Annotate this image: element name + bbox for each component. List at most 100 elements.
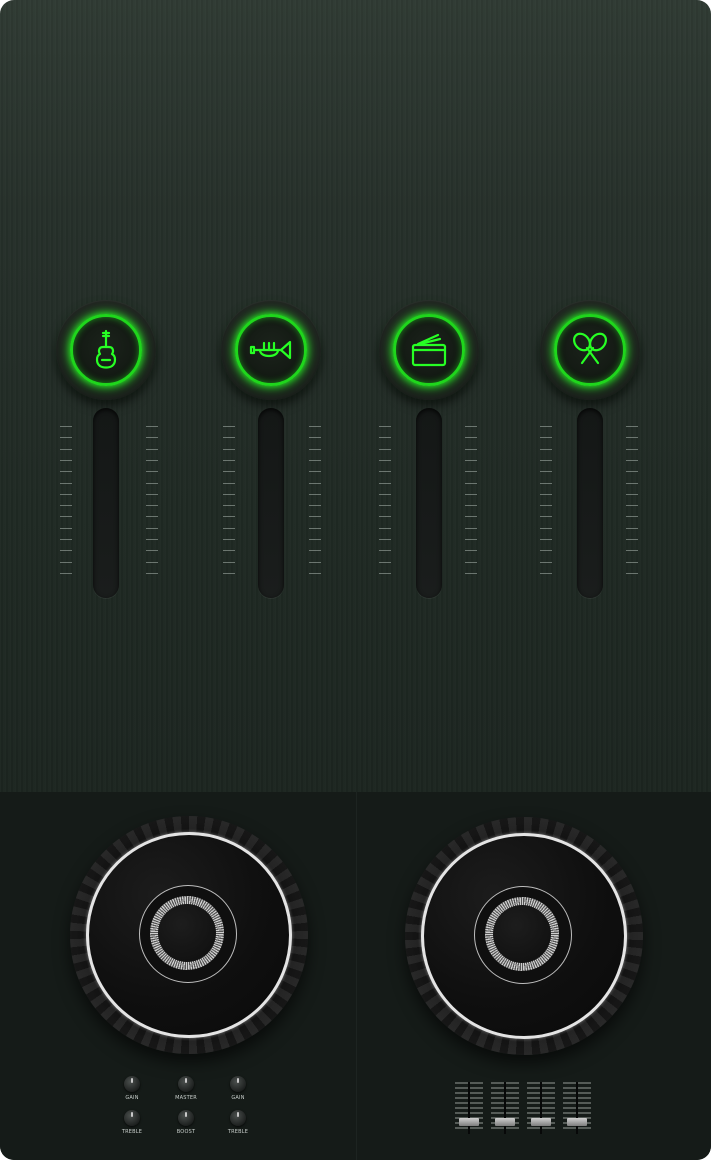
maracas-fader-slot[interactable] (577, 408, 603, 598)
level-tick (626, 539, 638, 540)
master-knob-group: MASTER (166, 1076, 206, 1110)
level-tick (146, 471, 158, 473)
treble-right-knob-group: TREBLE (218, 1110, 258, 1144)
trumpet-button[interactable] (221, 300, 321, 400)
deck-fader-4[interactable] (561, 1082, 593, 1134)
level-tick (223, 471, 235, 473)
level-tick (146, 550, 158, 552)
level-tick (309, 426, 321, 427)
level-tick (626, 459, 638, 461)
channel-maracas (530, 300, 650, 610)
level-ticks-left (540, 426, 552, 586)
level-tick (60, 482, 72, 484)
level-tick (465, 539, 477, 540)
deck-fader-3[interactable] (525, 1082, 557, 1134)
guitar-fader-slot[interactable] (93, 408, 119, 598)
level-ticks-left (60, 426, 72, 586)
level-tick (379, 426, 391, 427)
maracas-button[interactable] (540, 300, 640, 400)
platter-inner-ring (139, 885, 237, 983)
level-tick (146, 448, 158, 450)
trumpet-fader-slot[interactable] (258, 408, 284, 598)
fader-track (576, 1082, 578, 1134)
platter-spindle (493, 905, 551, 963)
platter-rim (86, 832, 292, 1038)
guitar-button[interactable] (56, 300, 156, 400)
level-tick (540, 572, 552, 574)
level-tick (379, 459, 391, 461)
level-tick (309, 516, 321, 518)
level-tick (540, 437, 552, 439)
channel-strip-panel (0, 0, 711, 792)
level-tick (379, 437, 391, 439)
level-tick (60, 459, 72, 461)
level-tick (60, 550, 72, 552)
fader-cap[interactable] (459, 1118, 479, 1126)
level-tick (540, 550, 552, 552)
level-tick (379, 505, 391, 507)
level-tick (626, 572, 638, 574)
drum-button[interactable] (379, 300, 479, 400)
platter-inner-ring (474, 886, 572, 984)
platter-spindle (158, 904, 216, 962)
level-tick (60, 527, 72, 529)
master-knob[interactable] (178, 1076, 194, 1092)
fader-track (504, 1082, 506, 1134)
level-tick (540, 459, 552, 461)
maracas-glow-ring (554, 314, 626, 386)
level-tick (309, 527, 321, 529)
level-ticks-right (309, 426, 321, 586)
right-turntable[interactable] (405, 817, 643, 1055)
level-tick (540, 505, 552, 507)
trumpet-icon (249, 340, 292, 360)
level-tick (465, 505, 477, 507)
level-tick (60, 471, 72, 473)
level-tick (626, 561, 638, 563)
level-tick (146, 516, 158, 518)
fader-track (468, 1082, 470, 1134)
level-tick (60, 493, 72, 495)
left-turntable[interactable] (70, 816, 308, 1054)
level-ticks-right (626, 426, 638, 586)
level-tick (309, 471, 321, 473)
drum-fader-slot[interactable] (416, 408, 442, 598)
level-tick (146, 505, 158, 507)
level-ticks-right (146, 426, 158, 586)
level-tick (223, 572, 235, 574)
level-tick (146, 572, 158, 574)
gain-left-knob[interactable] (124, 1076, 140, 1092)
level-tick (465, 561, 477, 563)
level-tick (465, 516, 477, 518)
level-tick (60, 516, 72, 518)
treble-right-knob[interactable] (230, 1110, 246, 1126)
boost-label: BOOST (176, 1129, 196, 1135)
fader-cap[interactable] (567, 1118, 587, 1126)
level-tick (223, 426, 235, 427)
level-tick (379, 448, 391, 450)
deck-divider (356, 792, 357, 1160)
deck-fader-1[interactable] (453, 1082, 485, 1134)
guitar-glow-ring (70, 314, 142, 386)
level-ticks-right (465, 426, 477, 586)
drum-icon (411, 333, 447, 367)
master-label: MASTER (175, 1095, 197, 1101)
deck-panel: GAIN MASTER GAIN TREBLE BOOST TREBLE (0, 792, 711, 1160)
level-tick (309, 539, 321, 540)
level-tick (465, 572, 477, 574)
fader-cap[interactable] (495, 1118, 515, 1126)
level-tick (540, 527, 552, 529)
dj-mixer-app: GAIN MASTER GAIN TREBLE BOOST TREBLE (0, 0, 711, 1160)
level-tick (379, 493, 391, 495)
treble-right-label: TREBLE (227, 1129, 249, 1135)
treble-left-knob[interactable] (124, 1110, 140, 1126)
trumpet-glow-ring (235, 314, 307, 386)
platter-core (150, 896, 224, 970)
guitar-icon (95, 329, 117, 369)
boost-knob[interactable] (178, 1110, 194, 1126)
level-tick (626, 505, 638, 507)
level-tick (626, 527, 638, 529)
gain-right-knob[interactable] (230, 1076, 246, 1092)
fader-cap[interactable] (531, 1118, 551, 1126)
deck-fader-2[interactable] (489, 1082, 521, 1134)
level-ticks-left (223, 426, 235, 586)
